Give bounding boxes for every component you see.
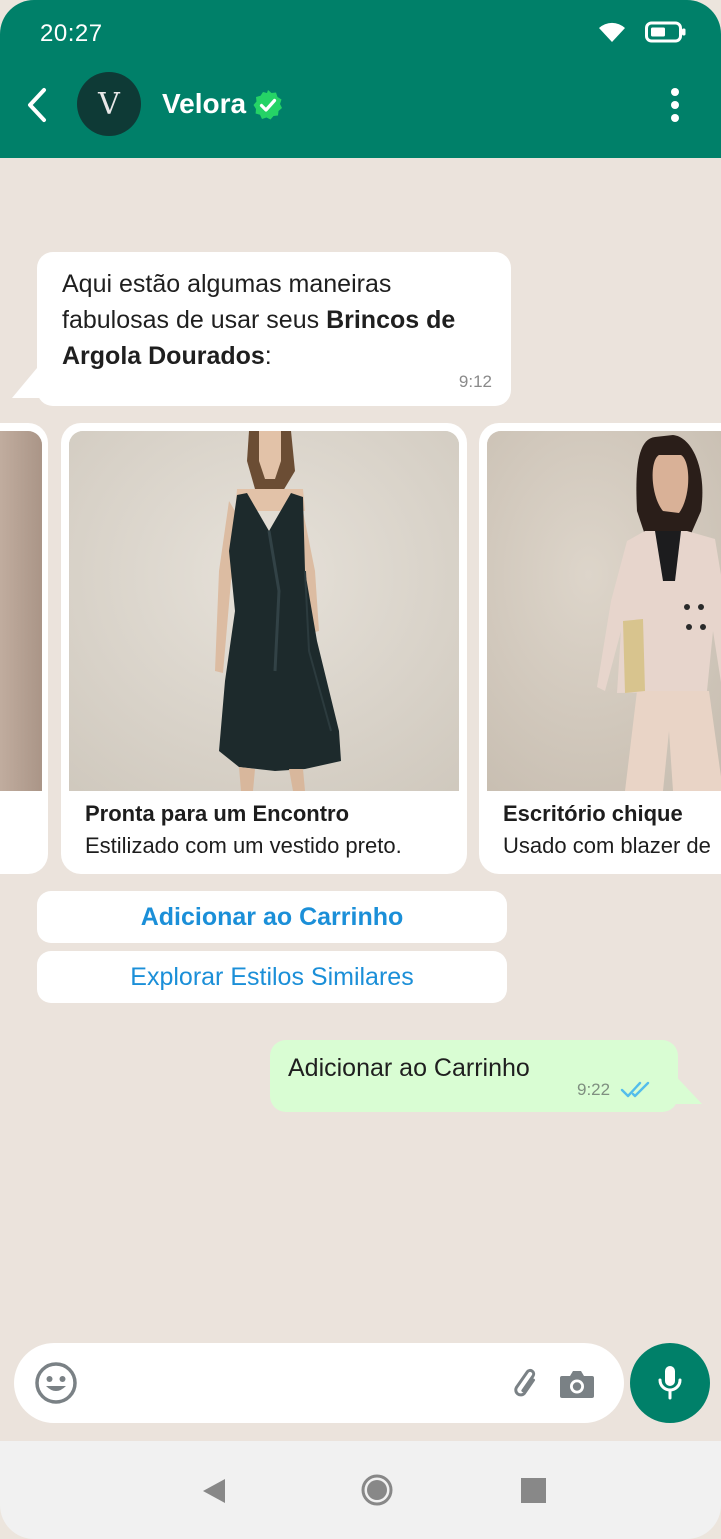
nav-back-icon[interactable]: [201, 1477, 227, 1505]
card-subtitle: Estilizado com um vestido preto.: [85, 833, 402, 858]
product-image: [0, 431, 42, 791]
camera-icon[interactable]: [558, 1367, 596, 1401]
product-photo: [0, 431, 42, 791]
chat-header: 20:27 V Velora: [0, 0, 721, 158]
nav-recents-icon[interactable]: [521, 1478, 546, 1503]
explore-similar-button[interactable]: Explorar Estilos Similares: [37, 951, 507, 1003]
system-nav-bar: [0, 1441, 721, 1539]
verified-check-icon: [253, 90, 282, 120]
mic-icon: [658, 1366, 682, 1400]
product-image: [487, 431, 721, 791]
incoming-message-text: Aqui estão algumas maneiras fabulosas de…: [62, 266, 492, 374]
outgoing-message-text: Adicionar ao Carrinho: [288, 1054, 530, 1082]
card-title: Escritório chique: [503, 801, 683, 826]
more-vert-icon[interactable]: [664, 86, 686, 124]
carousel-card-previous[interactable]: [0, 423, 48, 874]
attach-icon[interactable]: [510, 1367, 544, 1401]
message-input-bar[interactable]: [14, 1343, 624, 1423]
outgoing-message: Adicionar ao Carrinho 9:22: [270, 1040, 678, 1112]
chat-screen: 20:27 V Velora Aqui estão algumas maneir…: [0, 0, 721, 1539]
battery-icon: [645, 21, 686, 43]
incoming-message-time: 9:12: [458, 372, 492, 391]
wifi-icon: [599, 22, 625, 42]
carousel-card[interactable]: Escritório chique Usado com blazer de: [479, 423, 721, 874]
product-image: [69, 431, 459, 791]
outgoing-message-time: 9:22: [577, 1080, 611, 1099]
product-photo: [487, 431, 721, 791]
incoming-text-suffix: :: [264, 342, 272, 370]
avatar-letter: V: [98, 86, 120, 122]
back-arrow-icon[interactable]: [22, 86, 52, 124]
incoming-message: Aqui estão algumas maneiras fabulosas de…: [37, 252, 511, 406]
avatar[interactable]: V: [77, 72, 141, 136]
card-subtitle: Usado com blazer de: [503, 833, 711, 858]
contact-name[interactable]: Velora: [162, 88, 246, 120]
double-check-icon: [620, 1081, 650, 1098]
card-title: Pronta para um Encontro: [85, 801, 350, 826]
mic-button[interactable]: [630, 1343, 710, 1423]
carousel-card[interactable]: Pronta para um Encontro Estilizado com u…: [61, 423, 467, 874]
nav-home-icon[interactable]: [360, 1473, 394, 1507]
status-time: 20:27: [40, 20, 103, 47]
emoji-icon[interactable]: [34, 1361, 78, 1405]
status-icons: [597, 20, 687, 44]
add-to-cart-button[interactable]: Adicionar ao Carrinho: [37, 891, 507, 943]
product-photo: [69, 431, 459, 791]
